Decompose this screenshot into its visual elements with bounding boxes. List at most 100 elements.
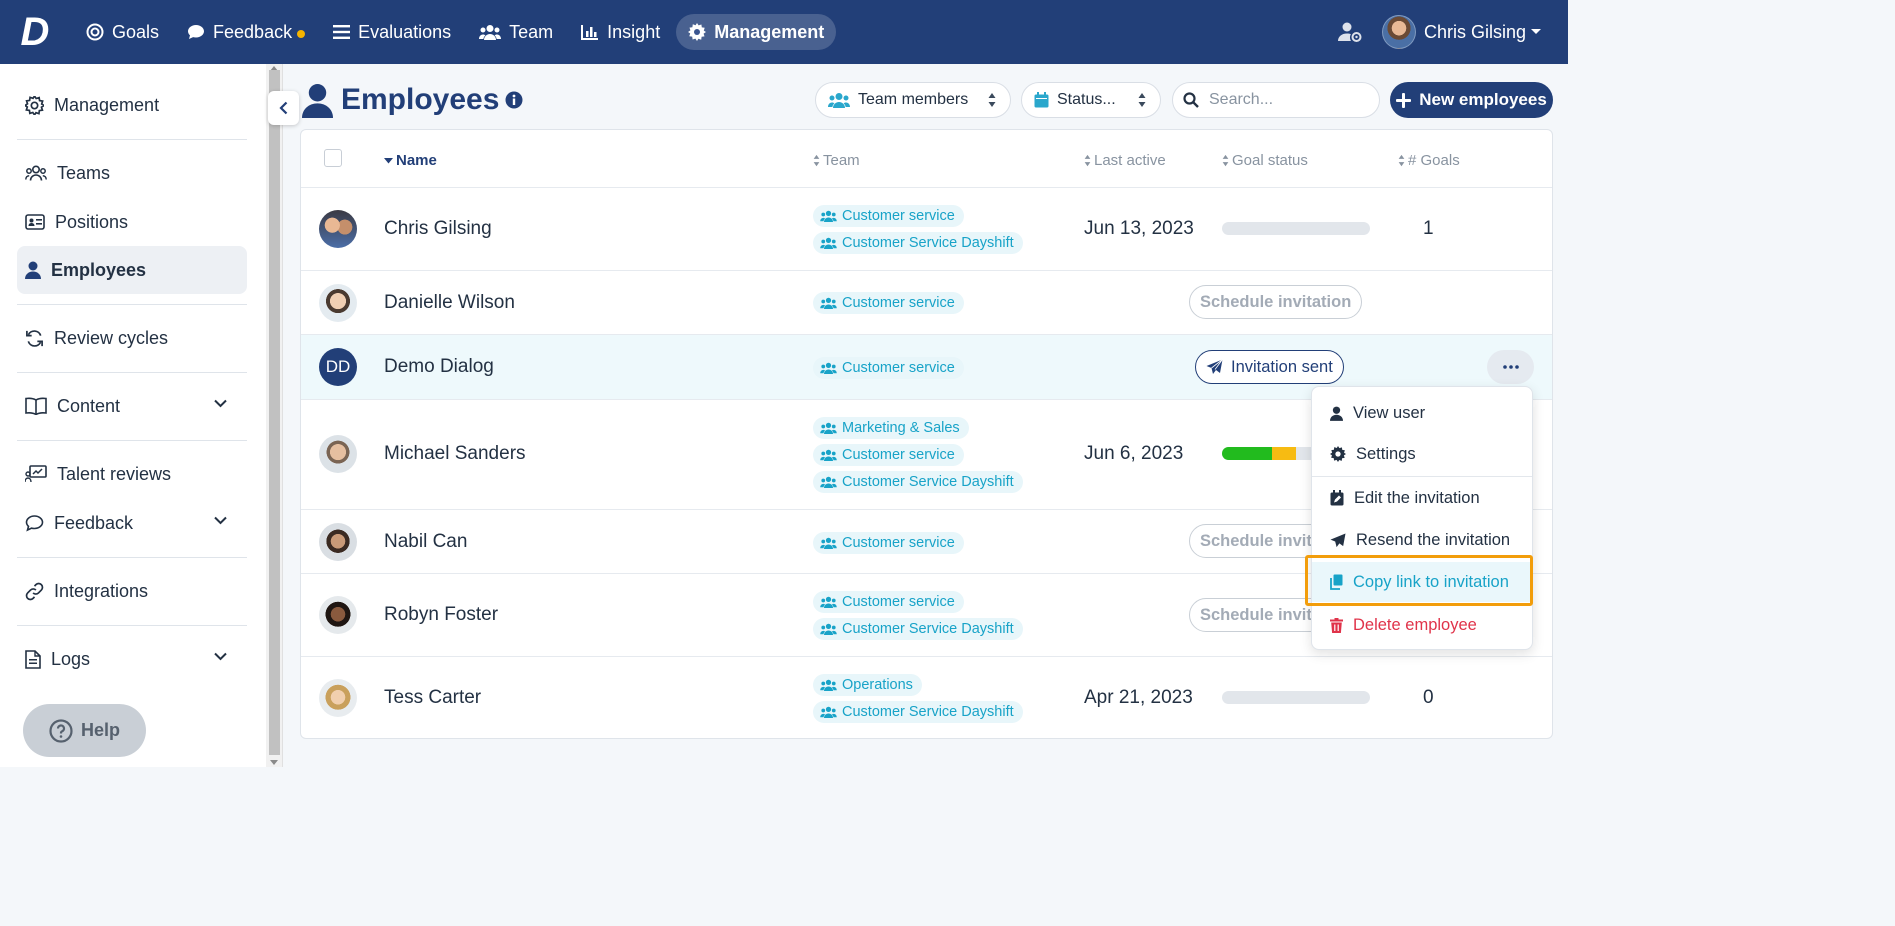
sort-icon <box>1222 154 1229 167</box>
team-tag[interactable]: Customer service <box>813 357 964 379</box>
goal-status-bar <box>1222 222 1370 235</box>
column-header-goals[interactable]: # Goals <box>1398 152 1460 169</box>
team-tag-label: Customer Service Dayshift <box>842 474 1014 490</box>
team-tag[interactable]: Customer Service Dayshift <box>813 232 1023 254</box>
nav-insight[interactable]: Insight <box>569 14 672 50</box>
team-tag[interactable]: Customer service <box>813 532 964 554</box>
menu-item-resend-invitation[interactable]: Resend the invitation <box>1312 520 1532 560</box>
column-header-goal-status[interactable]: Goal status <box>1222 152 1308 169</box>
users-icon <box>820 706 837 718</box>
sort-icon <box>813 154 820 167</box>
chat-icon <box>188 25 205 39</box>
sidebar-divider <box>17 372 247 373</box>
team-tag[interactable]: Customer service <box>813 444 964 466</box>
employee-name[interactable]: Nabil Can <box>384 531 467 553</box>
menu-item-view-user[interactable]: View user <box>1312 393 1532 433</box>
more-options-button[interactable] <box>1487 350 1534 384</box>
menu-item-settings[interactable]: Settings <box>1312 434 1532 474</box>
sidebar-item-teams[interactable]: Teams <box>17 149 247 197</box>
scrollbar-thumb[interactable] <box>269 70 280 755</box>
app-logo[interactable]: D <box>16 10 52 54</box>
employee-name[interactable]: Tess Carter <box>384 687 481 709</box>
sidebar-item-logs[interactable]: Logs <box>17 635 247 683</box>
sidebar-item-management[interactable]: Management <box>17 81 247 129</box>
collapse-sidebar-button[interactable] <box>268 91 299 125</box>
menu-divider <box>1312 476 1532 477</box>
employee-name[interactable]: Chris Gilsing <box>384 218 492 240</box>
nav-team-label: Team <box>509 21 554 42</box>
employee-name[interactable]: Robyn Foster <box>384 604 498 626</box>
sidebar-divider <box>17 557 247 558</box>
column-header-last-active[interactable]: Last active <box>1084 152 1166 169</box>
avatar <box>319 679 357 717</box>
team-tag[interactable]: Customer service <box>813 292 964 314</box>
id-card-icon <box>25 214 45 230</box>
user-avatar[interactable] <box>1381 15 1416 49</box>
team-tag[interactable]: Customer service <box>813 205 964 227</box>
table-row[interactable]: Tess Carter Operations Customer Service … <box>301 656 1552 738</box>
nav-feedback[interactable]: Feedback <box>175 14 317 50</box>
table-row[interactable]: Chris Gilsing Customer service Customer … <box>301 187 1552 270</box>
column-header-team[interactable]: Team <box>813 152 860 169</box>
team-tag[interactable]: Customer Service Dayshift <box>813 471 1023 493</box>
schedule-invitation-button[interactable]: Schedule invitation <box>1189 285 1363 319</box>
chevron-down-icon[interactable] <box>214 516 227 525</box>
table-row[interactable]: Danielle Wilson Customer service Schedul… <box>301 270 1552 334</box>
sidebar-item-talent-reviews[interactable]: Talent reviews <box>17 450 247 498</box>
team-filter-value: Team members <box>858 91 969 108</box>
team-tag[interactable]: Customer service <box>813 591 964 613</box>
users-icon <box>820 596 837 608</box>
sidebar-item-content[interactable]: Content <box>17 382 247 430</box>
sidebar-item-integrations[interactable]: Integrations <box>17 567 247 615</box>
new-employees-label: New employees <box>1419 90 1547 109</box>
status-filter-select[interactable]: Status... <box>1021 82 1161 118</box>
user-name[interactable]: Chris Gilsing <box>1424 22 1526 43</box>
trash-icon <box>1330 617 1343 633</box>
column-header-name[interactable]: Name <box>384 152 437 169</box>
sidebar-scrollbar[interactable] <box>266 64 283 767</box>
help-button[interactable]: Help <box>23 704 146 757</box>
team-filter-select[interactable]: Team members <box>815 82 1011 118</box>
search-input[interactable] <box>1209 91 1359 109</box>
menu-item-edit-invitation[interactable]: Edit the invitation <box>1312 478 1532 518</box>
select-all-checkbox[interactable] <box>324 149 342 167</box>
nav-goals-label: Goals <box>112 21 160 42</box>
employee-name[interactable]: Demo Dialog <box>384 356 494 378</box>
chevron-down-icon[interactable] <box>214 652 227 661</box>
nav-management[interactable]: Management <box>676 14 837 50</box>
sidebar-item-review-cycles[interactable]: Review cycles <box>17 314 247 362</box>
sidebar-item-positions[interactable]: Positions <box>17 198 247 246</box>
team-tag[interactable]: Customer Service Dayshift <box>813 701 1023 723</box>
gear-icon <box>1330 446 1346 462</box>
user-area: Chris Gilsing <box>1337 0 1542 64</box>
employee-name[interactable]: Danielle Wilson <box>384 292 515 314</box>
nav-evaluations[interactable]: Evaluations <box>321 14 463 50</box>
search-field[interactable] <box>1172 82 1380 118</box>
invitation-sent-button[interactable]: Invitation sent <box>1195 350 1344 384</box>
team-tag[interactable]: Operations <box>813 674 922 696</box>
info-icon[interactable] <box>505 91 523 109</box>
user-icon <box>1330 406 1343 421</box>
scroll-down-arrow[interactable] <box>270 760 278 765</box>
avatar <box>319 523 357 561</box>
caret-down-icon[interactable] <box>1530 28 1542 36</box>
team-tag[interactable]: Marketing & Sales <box>813 417 969 439</box>
nav-goals[interactable]: Goals <box>74 14 171 50</box>
sidebar-item-employees[interactable]: Employees <box>17 246 247 294</box>
new-employees-button[interactable]: New employees <box>1390 82 1553 118</box>
chevron-down-icon[interactable] <box>214 399 227 408</box>
team-tag[interactable]: Customer Service Dayshift <box>813 618 1023 640</box>
user-settings-icon[interactable] <box>1337 22 1362 42</box>
sidebar-item-label: Integrations <box>54 580 149 601</box>
team-tag-label: Customer service <box>842 295 955 311</box>
sidebar-item-feedback[interactable]: Feedback <box>17 499 247 547</box>
last-active: Jun 13, 2023 <box>1084 218 1194 239</box>
menu-item-copy-link[interactable]: Copy link to invitation <box>1312 562 1532 602</box>
menu-item-delete-employee[interactable]: Delete employee <box>1312 605 1532 645</box>
employee-name[interactable]: Michael Sanders <box>384 443 526 465</box>
nav-team[interactable]: Team <box>467 14 565 50</box>
calendar-icon <box>1034 92 1049 108</box>
goal-count: 1 <box>1423 218 1434 239</box>
users-icon <box>820 362 837 374</box>
copy-icon <box>1330 574 1343 590</box>
